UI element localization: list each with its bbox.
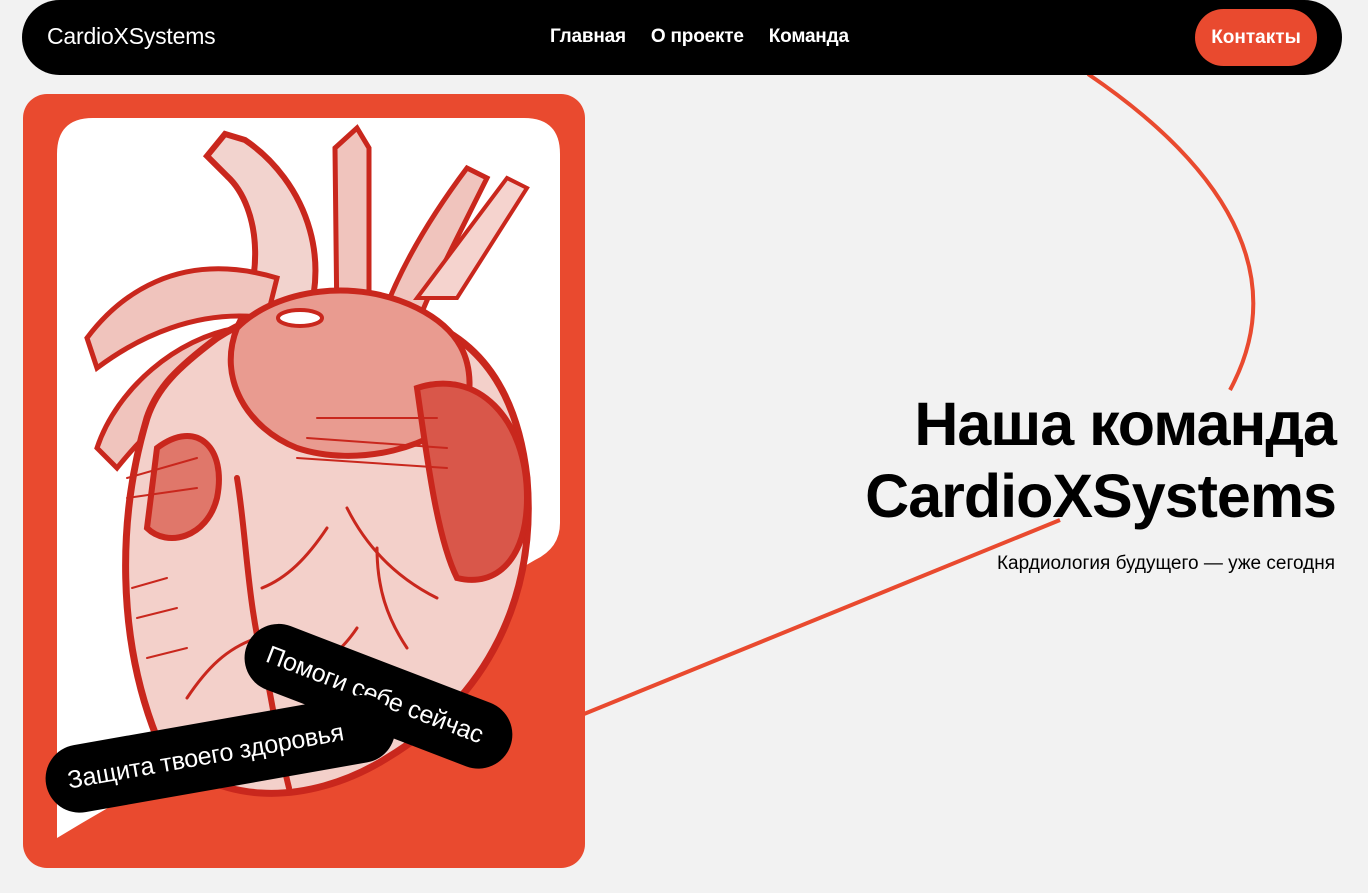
contacts-button[interactable]: Контакты <box>1195 9 1317 66</box>
tagline: Кардиология будущего — уже сегодня <box>990 553 1335 575</box>
brand-logo[interactable]: CardioXSystems <box>47 23 216 50</box>
nav-link-home[interactable]: Главная <box>550 26 626 48</box>
nav-link-about[interactable]: О проекте <box>651 26 744 48</box>
nav-link-team[interactable]: Команда <box>769 26 849 48</box>
hero-card: Помоги себе сейчас Защита твоего здоровь… <box>23 94 585 868</box>
navbar: CardioXSystems Главная О проекте Команда… <box>22 0 1342 75</box>
page-title-line-1: Наша команда <box>914 390 1337 458</box>
main-nav: Главная О проекте Команда <box>550 26 849 48</box>
page-title: Наша команда CardioXSystems <box>865 388 1337 532</box>
page-title-line-2: CardioXSystems <box>865 462 1337 530</box>
